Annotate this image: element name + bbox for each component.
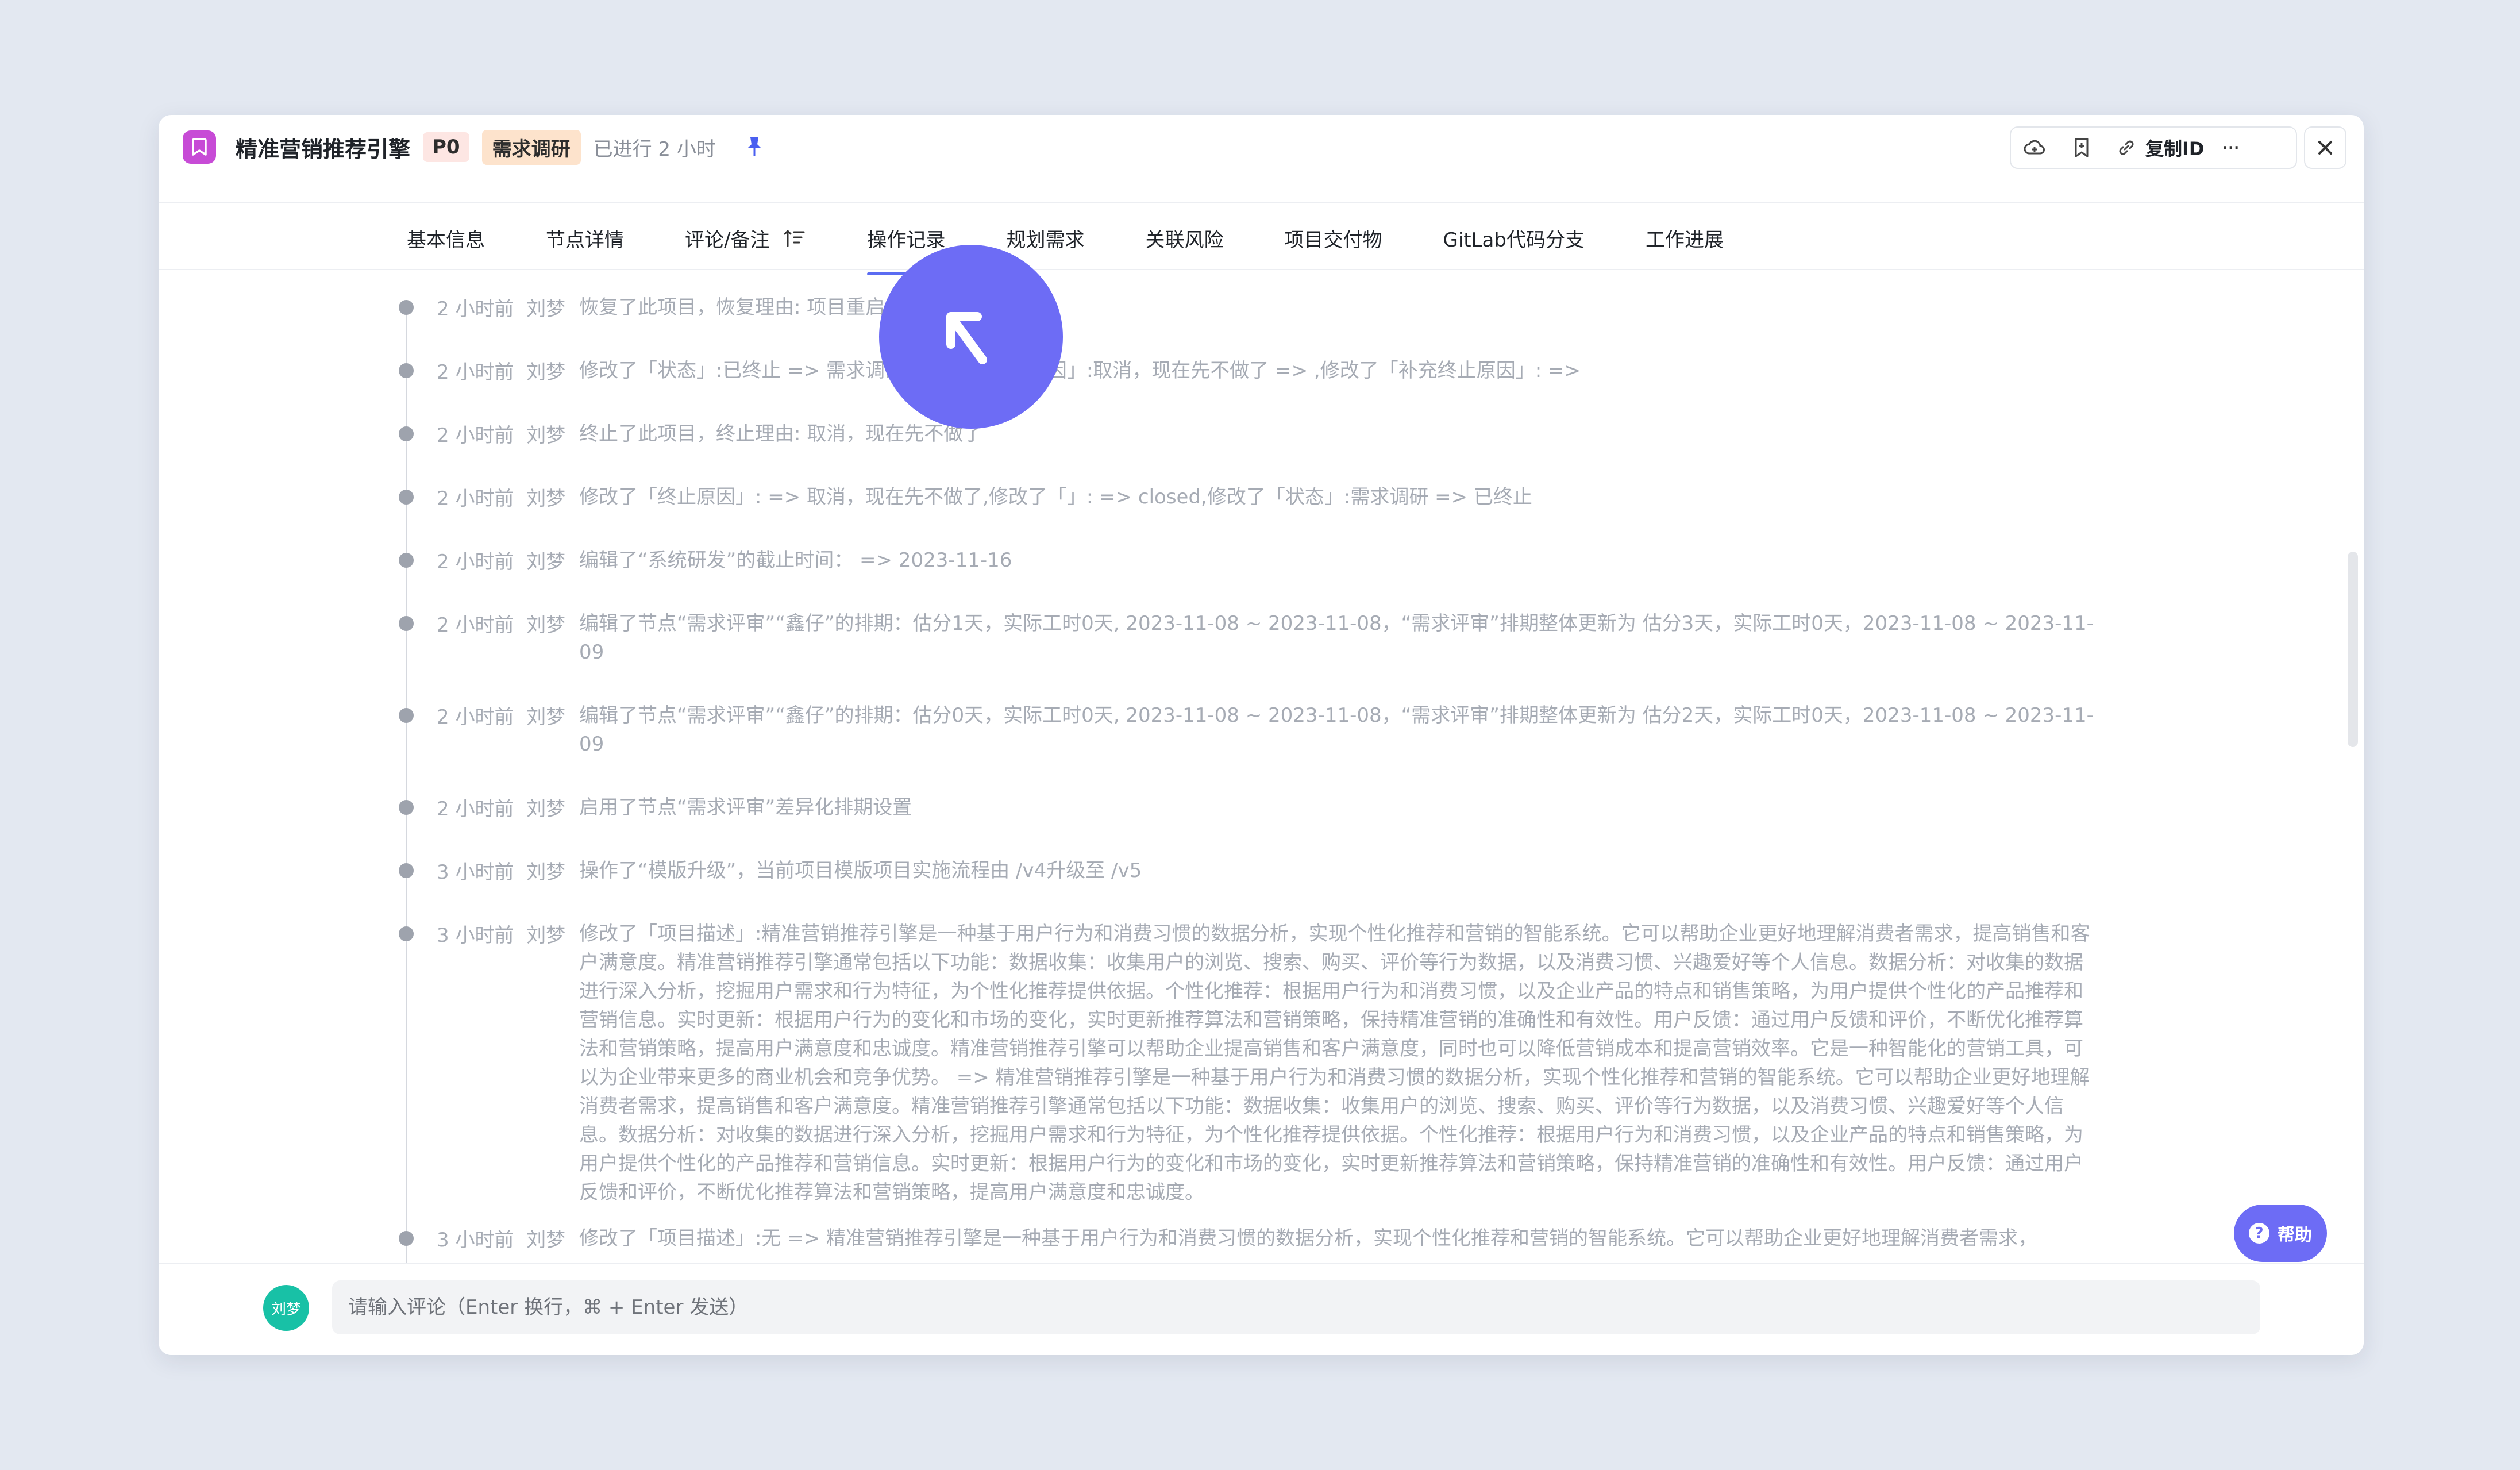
log-action: 编辑了节点“需求评审”“鑫仔”的排期：估分1天，实际工时0天, 2023-11-… — [579, 612, 2094, 664]
log-time-user: 2 小时前 刘梦 — [437, 487, 566, 510]
arrow-cursor-icon — [946, 312, 987, 364]
more-options-button[interactable]: ··· — [2221, 135, 2240, 160]
timeline-dot — [399, 708, 414, 723]
tab-comments[interactable]: 评论/备注 — [685, 218, 806, 252]
tab-planned-requirements[interactable]: 规划需求 — [1006, 218, 1084, 252]
timeline-dot — [399, 426, 414, 441]
tab-basic-info[interactable]: 基本信息 — [407, 218, 485, 252]
comment-input[interactable] — [332, 1280, 2260, 1334]
help-button[interactable]: ? 帮助 — [2234, 1205, 2327, 1262]
close-button[interactable] — [2304, 126, 2346, 169]
log-action: 启用了节点“需求评审”差异化排期设置 — [579, 796, 912, 819]
log-action: 修改了「项目描述」:无 => 精准营销推荐引擎是一种基于用户行为和消费习惯的数据… — [579, 1227, 2038, 1250]
bookmark-add-icon[interactable] — [2068, 134, 2095, 161]
timeline-dot — [399, 800, 414, 815]
copy-id-button[interactable]: 复制ID — [2116, 134, 2204, 161]
timeline-dot — [399, 616, 414, 631]
log-time-user: 2 小时前 刘梦 — [437, 298, 566, 321]
header-action-group: 复制ID ··· — [2010, 126, 2297, 169]
log-time-user: 3 小时前 刘梦 — [437, 924, 566, 947]
timeline-dot — [399, 490, 414, 505]
log-time-user: 2 小时前 刘梦 — [437, 424, 566, 447]
timeline-dot — [399, 1231, 414, 1246]
log-action: 恢复了此项目，恢复理由: 项目重启 — [579, 296, 885, 319]
close-icon — [2318, 141, 2332, 155]
project-title: 精准营销推荐引擎 — [236, 136, 411, 162]
avatar: 刘梦 — [263, 1285, 309, 1331]
help-icon: ? — [2249, 1223, 2269, 1244]
log-action: 操作了“模版升级”，当前项目模版项目实施流程由 /v4升级至 /v5 — [579, 859, 1142, 882]
log-action: 修改了「状态」:已终止 => 需求调研,修改了「终止原因」:取消，现在先不做了 … — [579, 359, 1581, 382]
timeline-dot — [399, 926, 414, 941]
tab-gitlab-branches[interactable]: GitLab代码分支 — [1443, 218, 1584, 252]
help-label: 帮助 — [2278, 1225, 2312, 1245]
cloud-add-icon[interactable] — [2021, 134, 2048, 161]
pin-icon[interactable] — [745, 136, 764, 159]
tab-work-progress[interactable]: 工作进展 — [1646, 218, 1724, 252]
timeline-dot — [399, 300, 414, 315]
header-divider — [159, 202, 2364, 203]
log-time-user: 2 小时前 刘梦 — [437, 614, 566, 637]
comment-footer: 刘梦 — [159, 1263, 2364, 1355]
log-action: 修改了「项目描述」:精准营销推荐引擎是一种基于用户行为和消费习惯的数据分析，实现… — [579, 922, 2090, 1204]
tab-related-risks[interactable]: 关联风险 — [1145, 218, 1223, 252]
log-time-user: 2 小时前 刘梦 — [437, 361, 566, 384]
log-time-user: 2 小时前 刘梦 — [437, 551, 566, 574]
log-time-user: 3 小时前 刘梦 — [437, 861, 566, 884]
project-detail-modal: 精准营销推荐引擎 P0 需求调研 已进行 2 小时 复制ID ··· 基本信息 … — [159, 115, 2364, 1355]
sort-icon[interactable] — [783, 229, 806, 248]
copy-id-label: 复制ID — [2145, 138, 2205, 160]
timeline-dot — [399, 363, 414, 378]
elapsed-time: 已进行 2 小时 — [593, 137, 716, 161]
log-time-user: 2 小时前 刘梦 — [437, 798, 566, 821]
stage-badge[interactable]: 需求调研 — [481, 129, 581, 165]
tab-node-details[interactable]: 节点详情 — [546, 218, 624, 252]
log-action: 编辑了节点“需求评审”“鑫仔”的排期：估分0天，实际工时0天, 2023-11-… — [579, 704, 2094, 756]
log-time-user: 2 小时前 刘梦 — [437, 706, 566, 729]
log-action: 修改了「终止原因」: => 取消，现在先不做了,修改了「」: => closed… — [579, 486, 1532, 509]
timeline-dot — [399, 863, 414, 878]
cursor-highlight — [879, 245, 1063, 429]
scrollbar[interactable] — [2348, 552, 2358, 747]
tab-operation-log[interactable]: 操作记录 — [867, 218, 946, 275]
log-time-user: 3 小时前 刘梦 — [437, 1229, 566, 1252]
timeline-dot — [399, 553, 414, 568]
link-icon — [2119, 140, 2134, 155]
log-action: 终止了此项目，终止理由: 取消，现在先不做了 — [579, 422, 983, 445]
priority-badge[interactable]: P0 — [423, 132, 469, 162]
log-action: 编辑了“系统研发”的截止时间： => 2023-11-16 — [579, 549, 1012, 572]
operation-log-list: 2 小时前 刘梦 恢复了此项目，恢复理由: 项目重启 2 小时前 刘梦 修改了「… — [159, 270, 2364, 1355]
tab-deliverables[interactable]: 项目交付物 — [1284, 218, 1382, 252]
tab-comments-label: 评论/备注 — [685, 229, 770, 252]
bookmark-icon — [183, 130, 216, 164]
timeline-line — [406, 306, 407, 1283]
